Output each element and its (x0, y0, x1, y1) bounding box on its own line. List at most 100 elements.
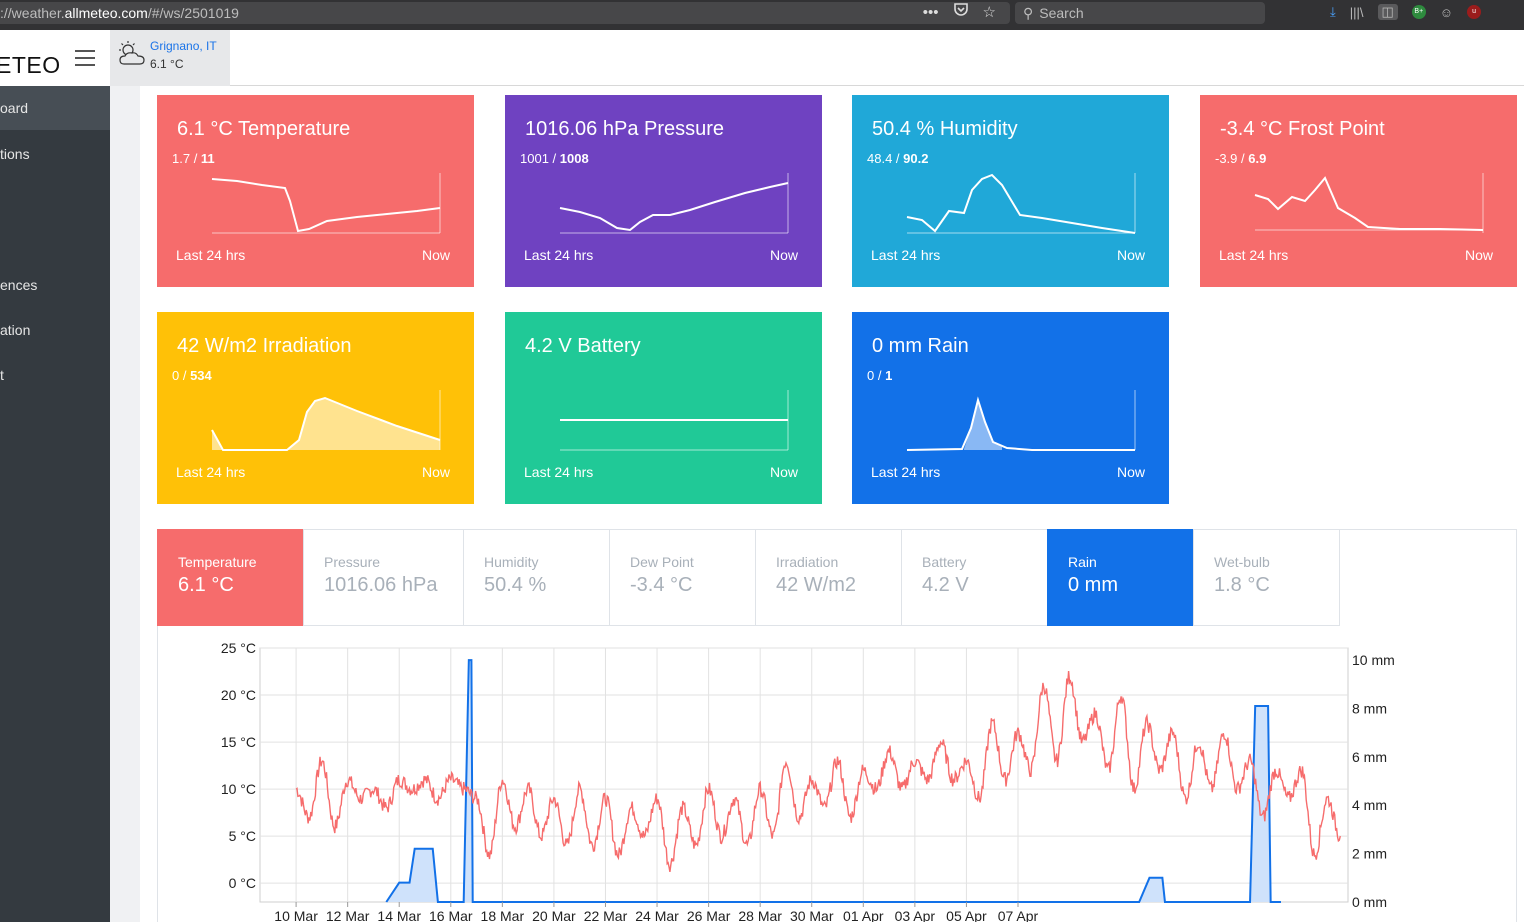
y-left-tick-label: 15 °C (221, 734, 256, 750)
card-frost-point[interactable]: -3.4 °C Frost Point -3.9 / 6.9 Last 24 h… (1200, 95, 1517, 287)
extension-green-icon[interactable]: B+ (1411, 5, 1426, 19)
sidebar: oard tions ences ation t (0, 86, 110, 922)
card-foot-left: Last 24 hrs (524, 464, 594, 480)
tab-value: 0 mm (1068, 574, 1118, 596)
card-foot-right: Now (1116, 247, 1145, 263)
hamburger-menu-icon[interactable] (75, 50, 95, 66)
tab-label: Dew Point (630, 554, 694, 570)
sidebar-item-label: t (0, 367, 4, 383)
y-right-tick-label: 6 mm (1352, 749, 1387, 765)
rain-area (386, 660, 1281, 902)
download-icon[interactable]: ⤓ (1330, 4, 1336, 20)
tab-label: Rain (1068, 554, 1097, 570)
card-battery[interactable]: 4.2 V Battery Last 24 hrs Now (505, 312, 822, 504)
tab-rain[interactable]: Rain 0 mm (1047, 529, 1194, 626)
tab-wet-bulb[interactable]: Wet-bulb 1.8 °C (1193, 529, 1340, 626)
tab-value: 1.8 °C (1214, 574, 1270, 596)
sidebar-toggle-icon[interactable]: ◫ (1377, 4, 1398, 20)
sidebar-item-label: ation (0, 322, 31, 338)
tab-label: Pressure (324, 554, 381, 570)
x-tick-label: 22 Mar (584, 908, 628, 922)
card-pressure[interactable]: 1016.06 hPa Pressure 1001 / 1008 Last 24… (505, 95, 822, 287)
tab-pressure[interactable]: Pressure 1016.06 hPa (303, 529, 464, 626)
bookmark-star-icon[interactable]: ☆ (983, 2, 996, 24)
browser-search-field[interactable]: ⚲ Search (1015, 2, 1265, 24)
url-bar[interactable]: ://weather.allmeteo.com/#/ws/2501019 •••… (0, 2, 1010, 24)
card-irradiation[interactable]: 42 W/m2 Irradiation 0 / 534 Last 24 hrs … (157, 312, 474, 504)
sidebar-item-stations[interactable]: tions (0, 132, 110, 176)
station-temperature: 6.1 °C (150, 57, 184, 71)
sidebar-item-label: ences (0, 277, 38, 293)
tab-value: 50.4 % (484, 574, 547, 596)
extension-ublock-icon[interactable]: u (1467, 5, 1482, 19)
content-gutter (110, 86, 140, 922)
y-axis-right: 10 mm 8 mm 6 mm 4 mm 2 mm 0 mm (1352, 652, 1395, 910)
temperature-series (295, 671, 1341, 873)
x-tick-label: 01 Apr (843, 908, 884, 922)
sidebar-item-label: tions (0, 146, 30, 162)
tab-label: Irradiation (776, 554, 839, 570)
tab-label: Humidity (484, 554, 539, 570)
y-right-tick-label: 0 mm (1352, 894, 1387, 910)
sidebar-item-preferences[interactable]: ences (0, 263, 110, 307)
card-foot-right: Now (1464, 247, 1493, 263)
sidebar-item-account[interactable]: t (0, 353, 110, 397)
search-icon: ⚲ (1023, 5, 1034, 21)
x-tick-label: 24 Mar (635, 908, 679, 922)
pocket-icon[interactable] (953, 2, 969, 24)
y-right-tick-label: 4 mm (1352, 797, 1387, 813)
tab-value: 6.1 °C (178, 574, 234, 596)
card-foot-left: Last 24 hrs (871, 464, 941, 480)
y-left-tick-label: 25 °C (221, 640, 256, 656)
x-tick-label: 05 Apr (946, 908, 987, 922)
tab-label: Wet-bulb (1214, 554, 1270, 570)
x-tick-label: 12 Mar (326, 908, 370, 922)
card-rain[interactable]: 0 mm Rain 0 / 1 Last 24 hrs Now (852, 312, 1169, 504)
rain-line (385, 659, 1281, 903)
card-humidity[interactable]: 50.4 % Humidity 48.4 / 90.2 Last 24 hrs … (852, 95, 1169, 287)
x-tick-label: 26 Mar (687, 908, 731, 922)
sidebar-item-dashboard[interactable]: oard (0, 86, 110, 130)
x-tick-label: 03 Apr (895, 908, 936, 922)
card-foot-left: Last 24 hrs (871, 247, 941, 263)
header-divider (230, 85, 1524, 86)
x-axis: 10 Mar 12 Mar 14 Mar 16 Mar 18 Mar 20 Mar 22 M… (274, 902, 1039, 922)
x-tick-label: 10 Mar (274, 908, 318, 922)
page-actions-icon[interactable]: ••• (923, 2, 939, 24)
tab-temperature[interactable]: Temperature 6.1 °C (157, 529, 304, 626)
url-path: /#/ws/2501019 (147, 5, 239, 21)
tab-label: Temperature (178, 554, 257, 570)
y-left-tick-label: 10 °C (221, 781, 256, 797)
tab-battery[interactable]: Battery 4.2 V (901, 529, 1048, 626)
tab-irradiation[interactable]: Irradiation 42 W/m2 (755, 529, 902, 626)
station-selector[interactable]: Grignano, IT 6.1 °C (110, 30, 230, 86)
url-prefix: ://weather. (0, 5, 65, 21)
x-tick-label: 14 Mar (377, 908, 421, 922)
x-tick-label: 18 Mar (481, 908, 525, 922)
library-icon[interactable]: |||\ (1350, 5, 1364, 20)
brand-logo: ETEO (0, 52, 61, 78)
card-foot-left: Last 24 hrs (176, 464, 246, 480)
y-right-tick-label: 10 mm (1352, 652, 1395, 668)
y-right-tick-label: 2 mm (1352, 846, 1387, 862)
account-icon[interactable]: ☺ (1440, 5, 1453, 20)
url-host: allmeteo.com (64, 5, 148, 21)
sidebar-item-label: oard (0, 100, 29, 116)
station-name[interactable]: Grignano, IT (150, 39, 217, 53)
y-left-tick-label: 5 °C (229, 828, 256, 844)
sidebar-item-documentation[interactable]: ation (0, 308, 110, 352)
card-foot-right: Now (421, 247, 450, 263)
tab-dew-point[interactable]: Dew Point -3.4 °C (609, 529, 756, 626)
history-chart[interactable]: 25 °C 20 °C 15 °C 10 °C 5 °C 0 °C 10 mm 8 mm 6 … (158, 626, 1458, 922)
brand-area: ETEO (0, 30, 110, 86)
tab-label: Battery (922, 554, 967, 570)
card-foot-right: Now (769, 247, 798, 263)
rain-series (385, 659, 1281, 903)
x-tick-label: 30 Mar (790, 908, 834, 922)
y-right-tick-label: 8 mm (1352, 700, 1387, 716)
card-foot-left: Last 24 hrs (1219, 247, 1289, 263)
tab-humidity[interactable]: Humidity 50.4 % (463, 529, 610, 626)
x-tick-label: 16 Mar (429, 908, 473, 922)
card-foot-left: Last 24 hrs (176, 247, 246, 263)
card-temperature[interactable]: 6.1 °C Temperature 1.7 / 11 Last 24 hrs … (157, 95, 474, 287)
